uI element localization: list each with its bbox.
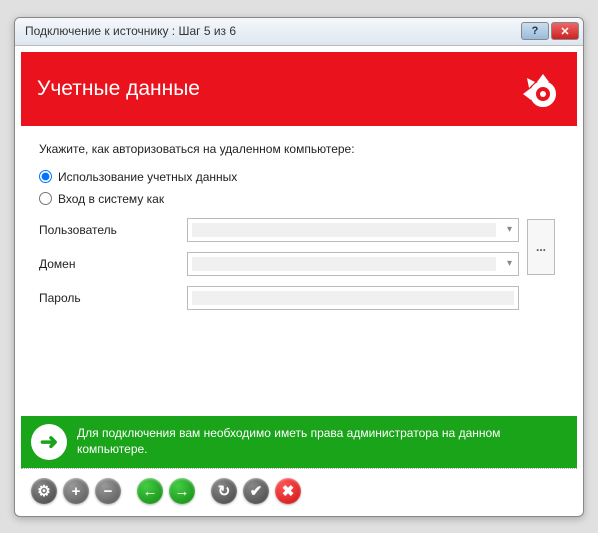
label-user: Пользователь [39, 223, 179, 237]
content: Учетные данные Укажите, как авторизовать… [15, 46, 583, 516]
cancel-button[interactable]: ✖ [275, 478, 301, 504]
settings-button[interactable]: ⚙ [31, 478, 57, 504]
browse-button[interactable]: ... [527, 219, 555, 275]
form-area: Укажите, как авторизоваться на удаленном… [21, 126, 577, 416]
radio-use-credentials-label: Использование учетных данных [58, 170, 237, 184]
radio-login-as[interactable]: Вход в систему как [39, 192, 559, 206]
window-title: Подключение к источнику : Шаг 5 из 6 [25, 24, 519, 38]
remove-button[interactable]: − [95, 478, 121, 504]
fields-grid: Пользователь ... Домен Пароль [39, 218, 559, 310]
refresh-icon: ↻ [218, 482, 231, 500]
toolbar: ⚙ + − ← → ↻ ✔ ✖ [21, 468, 577, 510]
arrow-right-icon: ➜ [31, 424, 67, 460]
dialog-window: Подключение к источнику : Шаг 5 из 6 ? ✕… [14, 17, 584, 517]
minus-icon: − [104, 483, 113, 500]
user-combo[interactable] [187, 218, 519, 242]
add-button[interactable]: + [63, 478, 89, 504]
info-strip: ➜ Для подключения вам необходимо иметь п… [21, 416, 577, 468]
password-input[interactable] [187, 286, 519, 310]
page-title: Учетные данные [37, 77, 200, 101]
radio-login-as-label: Вход в систему как [58, 192, 164, 206]
x-icon: ✖ [282, 482, 295, 500]
close-button[interactable]: ✕ [551, 22, 579, 40]
forward-button[interactable]: → [169, 478, 195, 504]
refresh-button[interactable]: ↻ [211, 478, 237, 504]
arrow-left-icon: ← [143, 483, 158, 500]
radio-login-as-input[interactable] [39, 192, 52, 205]
app-logo-icon [509, 66, 561, 112]
plus-icon: + [72, 483, 81, 500]
radio-use-credentials-input[interactable] [39, 170, 52, 183]
label-password: Пароль [39, 291, 179, 305]
check-icon: ✔ [250, 482, 263, 500]
help-button[interactable]: ? [521, 22, 549, 40]
gear-icon: ⚙ [37, 482, 50, 500]
label-domain: Домен [39, 257, 179, 271]
domain-combo[interactable] [187, 252, 519, 276]
apply-button[interactable]: ✔ [243, 478, 269, 504]
radio-use-credentials[interactable]: Использование учетных данных [39, 170, 559, 184]
back-button[interactable]: ← [137, 478, 163, 504]
arrow-right-icon: → [175, 483, 190, 500]
instruction-text: Укажите, как авторизоваться на удаленном… [39, 142, 559, 156]
titlebar: Подключение к источнику : Шаг 5 из 6 ? ✕ [15, 18, 583, 46]
banner: Учетные данные [21, 52, 577, 126]
info-text: Для подключения вам необходимо иметь пра… [77, 426, 567, 457]
